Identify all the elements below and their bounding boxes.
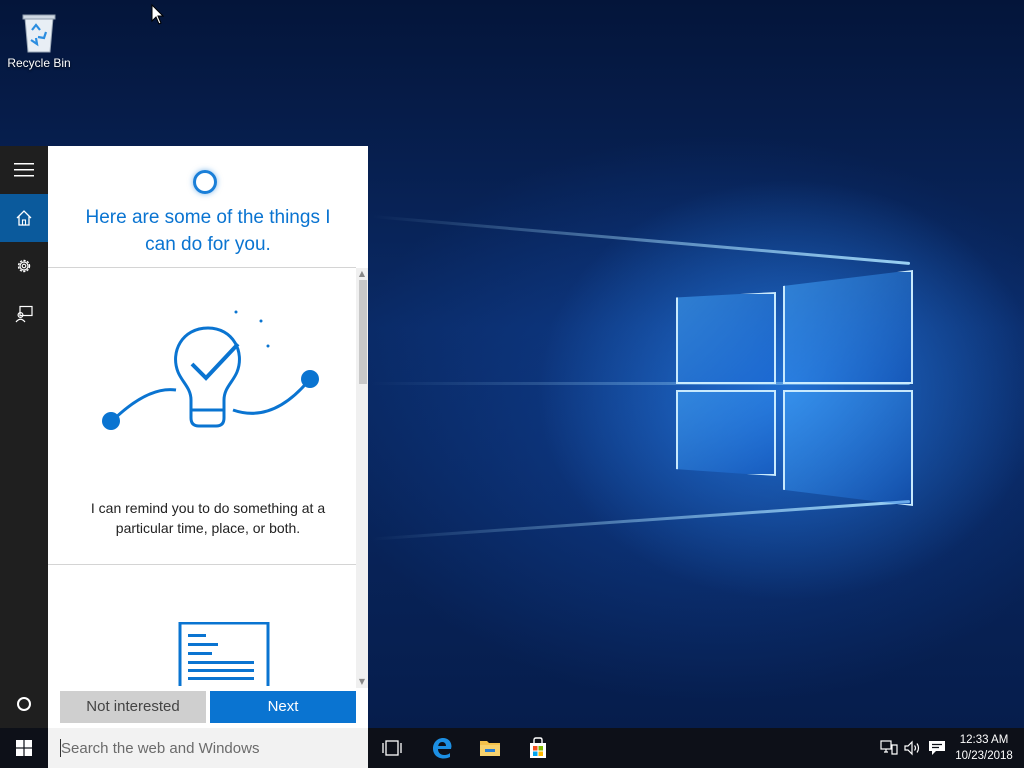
network-icon[interactable] [880, 740, 898, 756]
windows-logo-pane [783, 390, 913, 506]
desktop-icon-recycle-bin[interactable]: Recycle Bin [6, 6, 72, 70]
windows-logo-pane [676, 292, 776, 384]
cortana-panel: Here are some of the things I can do for… [48, 146, 368, 728]
home-button[interactable] [0, 194, 48, 242]
clock-date: 10/23/2018 [955, 750, 1013, 762]
card-description: I can remind you to do something at a pa… [90, 500, 326, 536]
panel-title: Here are some of the things I can do for… [85, 207, 331, 255]
settings-button[interactable] [0, 242, 48, 290]
cortana-circle-icon [17, 697, 31, 711]
recycle-bin-icon [19, 10, 59, 54]
search-box[interactable]: Search the web and Windows [48, 728, 368, 768]
document-icon [178, 622, 270, 686]
cortana-rail [0, 146, 48, 728]
feedback-icon [15, 305, 33, 323]
divider [48, 267, 356, 268]
windows-logo-icon [16, 740, 32, 756]
store-icon [530, 737, 546, 758]
volume-icon[interactable] [904, 740, 922, 756]
edge-taskbar-button[interactable] [418, 728, 466, 768]
lightbulb-checkmark-icon [102, 310, 319, 430]
feedback-button[interactable] [0, 290, 48, 338]
next-button[interactable]: Next [210, 691, 356, 723]
store-taskbar-button[interactable] [514, 728, 562, 768]
light-beam [371, 500, 911, 541]
action-center-icon[interactable] [928, 740, 946, 756]
panel-scrollbar[interactable]: ▲ ▼ [356, 268, 368, 688]
scroll-thumb[interactable] [359, 280, 367, 384]
windows-logo-pane [783, 270, 913, 384]
light-beam [371, 214, 911, 265]
divider [48, 564, 356, 565]
cortana-logo-icon [193, 170, 217, 194]
not-interested-button[interactable]: Not interested [60, 691, 206, 723]
clock-time: 12:33 AM [959, 734, 1009, 746]
taskbar-clock[interactable]: 12:33 AM 10/23/2018 [952, 732, 1016, 764]
mouse-cursor-icon [151, 4, 165, 25]
scroll-down-icon[interactable]: ▼ [356, 676, 368, 688]
folder-icon [480, 741, 500, 756]
task-view-button[interactable] [368, 728, 416, 768]
gear-icon [17, 259, 31, 273]
windows-logo-pane [676, 390, 776, 476]
scroll-up-icon[interactable]: ▲ [356, 268, 368, 280]
hamburger-icon [14, 163, 34, 177]
hamburger-menu-button[interactable] [0, 146, 48, 194]
home-icon [16, 210, 32, 226]
file-explorer-taskbar-button[interactable] [466, 728, 514, 768]
task-view-icon [382, 740, 402, 756]
taskbar: Search the web and Windows 12:33 AM 10/2… [0, 728, 1024, 768]
search-placeholder: Search the web and Windows [61, 739, 260, 757]
start-button[interactable] [0, 728, 48, 768]
cortana-button[interactable] [0, 680, 48, 728]
edge-icon [433, 738, 452, 759]
desktop-icon-label: Recycle Bin [7, 56, 71, 70]
